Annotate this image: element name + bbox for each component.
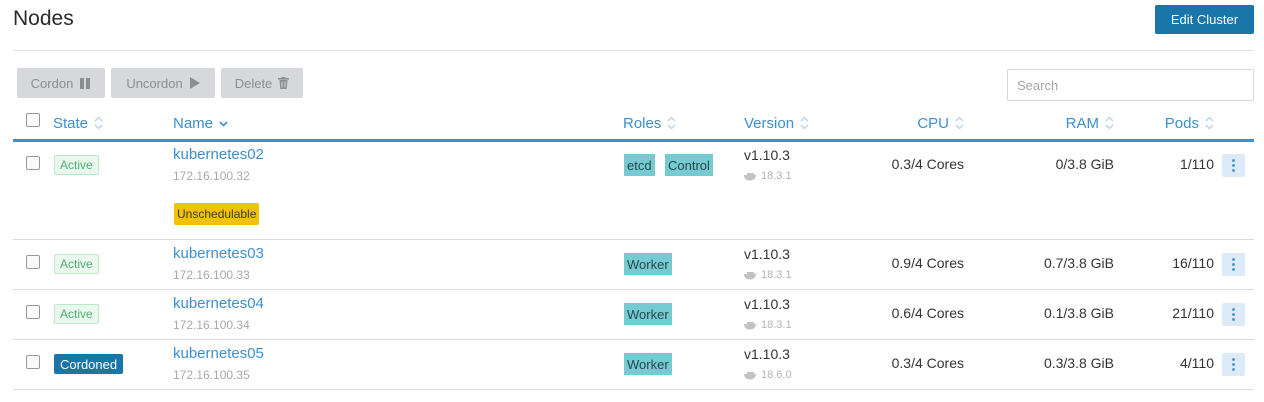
docker-version: 18.3.1 [744,170,792,182]
ram-usage: 0.3/3.8 GiB [1043,355,1114,371]
sort-icon [1105,116,1114,130]
cpu-usage: 0.3/4 Cores [891,156,964,172]
column-header-ram[interactable]: RAM [1020,113,1114,133]
ram-usage: 0.1/3.8 GiB [1043,305,1114,321]
docker-version-label: 18.3.1 [761,170,792,182]
sort-icon [94,116,103,130]
kebab-icon [1232,258,1235,271]
pause-icon [80,78,91,89]
sort-icon [1205,116,1214,130]
edit-cluster-button[interactable]: Edit Cluster [1155,5,1254,34]
kebab-icon [1232,308,1235,321]
column-header-name[interactable]: Name [173,113,228,133]
docker-version: 18.3.1 [744,269,792,281]
ram-usage: 0.7/3.8 GiB [1043,255,1114,271]
node-name-link[interactable]: kubernetes03 [173,245,264,262]
node-ip: 172.16.100.35 [173,368,250,382]
column-header-roles[interactable]: Roles [623,113,676,133]
role-badge: Control [665,154,713,176]
column-header-cpu-label: CPU [917,114,949,132]
row-divider [13,339,1254,340]
column-header-state-label: State [53,114,89,132]
node-ip: 172.16.100.34 [173,318,250,332]
table-header-divider [13,139,1254,142]
status-badge: Active [54,155,99,175]
pods-count: 4/110 [1180,355,1214,371]
unschedulable-badge: Unschedulable [174,203,260,225]
node-ip: 172.16.100.33 [173,268,250,282]
column-header-version-label: Version [744,114,795,132]
delete-button[interactable]: Delete [221,68,303,98]
pods-count: 21/110 [1172,305,1214,321]
cpu-usage: 0.3/4 Cores [891,355,964,371]
sort-icon [955,116,964,130]
role-badge: etcd [624,154,655,176]
docker-icon [744,172,757,181]
title-divider [13,50,1254,51]
cordon-label: Cordon [30,75,74,91]
role-badge: Worker [624,253,672,275]
row-actions-button[interactable] [1222,154,1245,177]
kebab-icon [1232,358,1235,371]
docker-icon [744,271,757,280]
select-all-checkbox[interactable] [26,113,40,127]
row-checkbox[interactable] [26,255,40,269]
docker-version-label: 18.6.0 [761,369,792,381]
cpu-usage: 0.9/4 Cores [891,255,964,271]
node-name-link[interactable]: kubernetes02 [173,146,264,163]
role-badge: Worker [624,303,672,325]
uncordon-button[interactable]: Uncordon [111,68,215,98]
row-checkbox[interactable] [26,305,40,319]
status-badge: Active [54,304,99,324]
node-name-link[interactable]: kubernetes04 [173,295,264,312]
play-icon [189,77,200,89]
row-checkbox[interactable] [26,355,40,369]
pods-count: 16/110 [1172,255,1214,271]
role-badge: Worker [624,353,672,375]
docker-version-label: 18.3.1 [761,319,792,331]
node-name-link[interactable]: kubernetes05 [173,345,264,362]
sort-icon [800,116,809,130]
page-title: Nodes [13,7,74,30]
docker-version: 18.6.0 [744,369,792,381]
status-badge: Active [54,254,99,274]
status-badge: Cordoned [54,354,124,374]
kubernetes-version: v1.10.3 [744,296,790,312]
row-actions-button[interactable] [1222,303,1245,326]
cpu-usage: 0.6/4 Cores [891,305,964,321]
kubernetes-version: v1.10.3 [744,246,790,262]
trash-icon [278,77,290,89]
column-header-roles-label: Roles [623,114,662,132]
sort-icon [667,116,676,130]
row-actions-button[interactable] [1222,353,1245,376]
column-header-state[interactable]: State [53,113,103,133]
docker-icon [744,321,757,330]
row-divider [13,389,1254,390]
column-header-ram-label: RAM [1065,114,1099,132]
docker-version: 18.3.1 [744,319,792,331]
row-divider [13,289,1254,290]
kubernetes-version: v1.10.3 [744,346,790,362]
column-header-version[interactable]: Version [744,113,809,133]
row-actions-button[interactable] [1222,253,1245,276]
row-divider [13,239,1254,240]
column-header-pods-label: Pods [1164,114,1199,132]
cordon-button[interactable]: Cordon [17,68,105,98]
kebab-icon [1232,159,1235,172]
node-ip: 172.16.100.32 [173,169,250,183]
docker-icon [744,371,757,380]
column-header-pods[interactable]: Pods [1140,113,1214,133]
kubernetes-version: v1.10.3 [744,147,790,163]
delete-label: Delete [234,75,273,91]
docker-version-label: 18.3.1 [761,269,792,281]
pods-count: 1/110 [1180,156,1214,172]
ram-usage: 0/3.8 GiB [1055,156,1114,172]
uncordon-label: Uncordon [126,75,183,91]
column-header-name-label: Name [173,114,214,132]
column-header-cpu[interactable]: CPU [880,113,964,133]
search-input[interactable] [1007,69,1254,101]
sort-desc-icon [219,121,228,127]
row-checkbox[interactable] [26,156,40,170]
